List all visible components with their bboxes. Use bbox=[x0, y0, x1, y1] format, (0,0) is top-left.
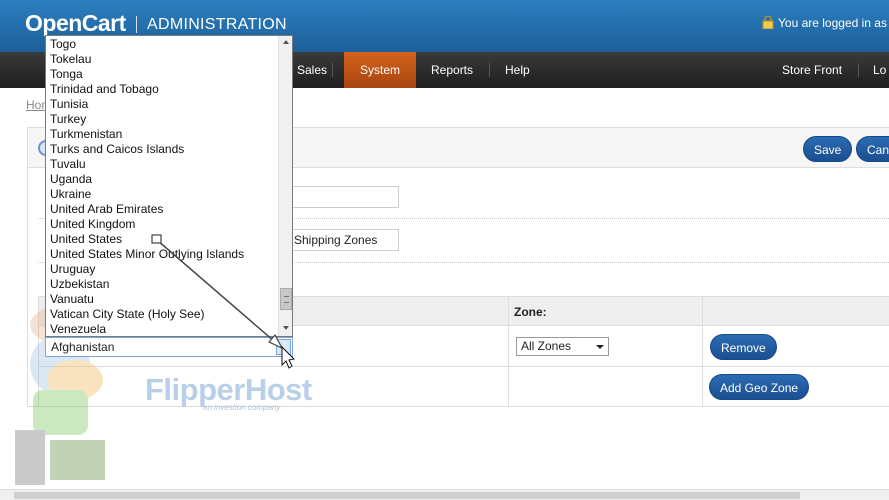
list-item[interactable]: United Arab Emirates bbox=[50, 202, 163, 217]
scroll-up-icon[interactable] bbox=[283, 40, 289, 44]
row-divider bbox=[38, 366, 889, 367]
login-status: You are logged in as bbox=[762, 16, 887, 30]
list-item[interactable]: Uzbekistan bbox=[50, 277, 109, 292]
column-divider bbox=[702, 296, 703, 406]
list-item[interactable]: Ukraine bbox=[50, 187, 91, 202]
menu-sales[interactable]: Sales bbox=[297, 52, 327, 88]
list-item[interactable]: Turks and Caicos Islands bbox=[50, 142, 184, 157]
list-item[interactable]: United States Minor Outlying Islands bbox=[50, 247, 244, 262]
menu-divider bbox=[489, 63, 490, 77]
dropdown-scrollbar[interactable] bbox=[278, 36, 292, 336]
description-input[interactable]: Shipping Zones bbox=[289, 229, 399, 251]
list-item[interactable]: Uruguay bbox=[50, 262, 95, 277]
menu-system[interactable]: System bbox=[344, 52, 417, 88]
list-item[interactable]: Tokelau bbox=[50, 52, 91, 67]
zone-column-header: Zone: bbox=[514, 305, 547, 319]
menu-help[interactable]: Help bbox=[505, 52, 530, 88]
login-text: You are logged in as bbox=[778, 16, 887, 30]
menu-reports[interactable]: Reports bbox=[431, 52, 473, 88]
list-item[interactable]: Trinidad and Tobago bbox=[50, 82, 159, 97]
add-geo-zone-button[interactable]: Add Geo Zone bbox=[709, 374, 810, 400]
zone-select-value: All Zones bbox=[521, 339, 572, 353]
list-item[interactable]: United States bbox=[50, 232, 122, 247]
country-select[interactable]: Afghanistan bbox=[45, 337, 293, 357]
cancel-button[interactable]: Can bbox=[856, 136, 889, 162]
list-item[interactable]: Uganda bbox=[50, 172, 92, 187]
dropdown-toggle-button[interactable] bbox=[276, 339, 291, 355]
remove-button[interactable]: Remove bbox=[710, 334, 777, 360]
zone-select[interactable]: All Zones bbox=[516, 337, 609, 356]
list-item[interactable]: Tunisia bbox=[50, 97, 88, 112]
list-item[interactable]: United Kingdom bbox=[50, 217, 135, 232]
geo-zone-name-input[interactable] bbox=[289, 186, 399, 208]
list-item[interactable]: Turkmenistan bbox=[50, 127, 122, 142]
country-dropdown-list[interactable]: Togo Tokelau Tonga Trinidad and Tobago T… bbox=[45, 35, 293, 337]
logo-divider bbox=[136, 16, 137, 33]
menu-logout[interactable]: Lo bbox=[873, 52, 886, 88]
menu-divider bbox=[858, 63, 859, 77]
scroll-down-icon[interactable] bbox=[283, 326, 289, 330]
watermark-tagline: an investion company bbox=[203, 403, 281, 412]
list-item[interactable]: Vanuatu bbox=[50, 292, 94, 307]
lock-icon bbox=[762, 16, 774, 29]
column-divider bbox=[508, 296, 509, 406]
list-item[interactable]: Tonga bbox=[50, 67, 83, 82]
scrollbar-thumb[interactable] bbox=[14, 492, 800, 499]
list-item[interactable]: Vatican City State (Holy See) bbox=[50, 307, 205, 322]
list-item[interactable]: Togo bbox=[50, 37, 76, 52]
list-item[interactable]: Turkey bbox=[50, 112, 86, 127]
admin-subtitle: ADMINISTRATION bbox=[147, 16, 287, 33]
brand-logo[interactable]: OpenCart bbox=[25, 10, 126, 37]
list-item[interactable]: Tuvalu bbox=[50, 157, 86, 172]
chevron-down-icon bbox=[596, 345, 604, 349]
list-item[interactable]: Venezuela bbox=[50, 322, 106, 336]
menu-divider bbox=[332, 63, 333, 77]
horizontal-scrollbar[interactable] bbox=[0, 489, 889, 500]
save-button[interactable]: Save bbox=[803, 136, 853, 162]
country-select-value: Afghanistan bbox=[51, 340, 115, 354]
scrollbar-thumb[interactable] bbox=[280, 288, 292, 310]
menu-store-front[interactable]: Store Front bbox=[782, 52, 842, 88]
